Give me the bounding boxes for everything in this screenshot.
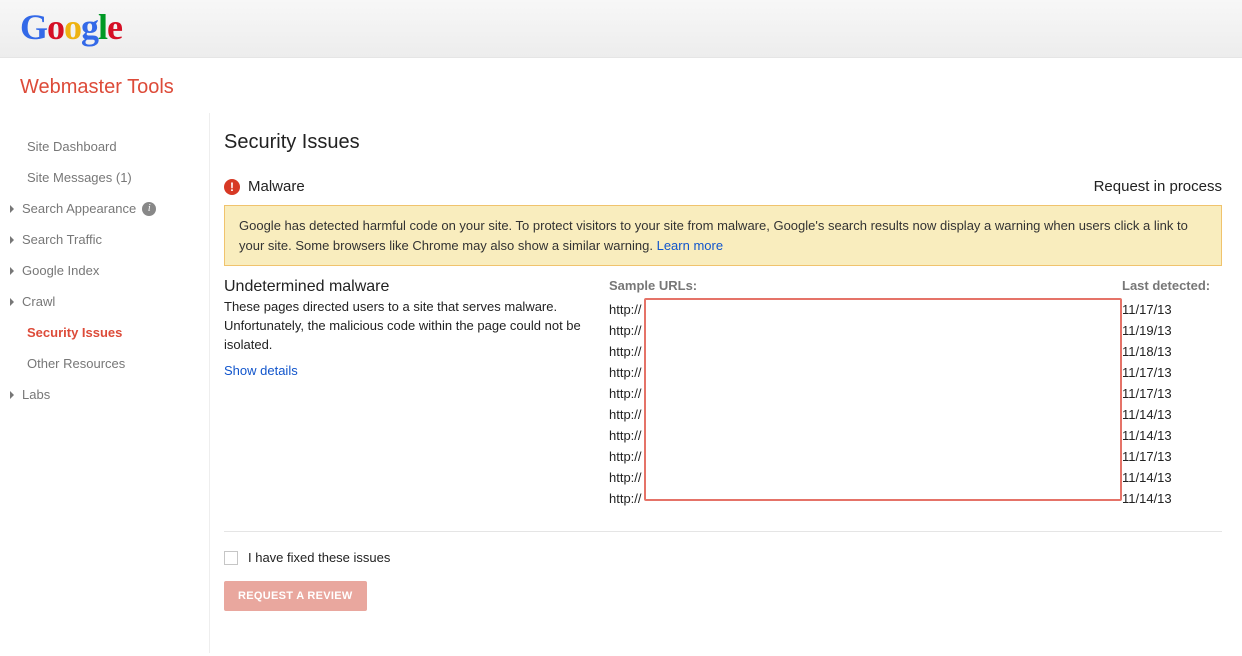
product-header: Webmaster Tools: [0, 58, 1242, 113]
redaction-box: [644, 298, 1122, 501]
divider: [224, 531, 1222, 532]
logo-letter-g1: G: [20, 6, 47, 48]
logo-letter-o1: o: [47, 6, 64, 48]
learn-more-link[interactable]: Learn more: [657, 238, 723, 253]
sidebar: Site Dashboard Site Messages (1) Search …: [0, 113, 210, 653]
sidebar-label-appearance: Search Appearance: [22, 201, 136, 216]
sidebar-item-other[interactable]: Other Resources: [0, 348, 209, 379]
date-row: 11/17/13: [1122, 299, 1222, 320]
sidebar-item-google-index[interactable]: Google Index: [0, 255, 209, 286]
request-review-button[interactable]: REQUEST A REVIEW: [224, 581, 367, 611]
fixed-label: I have fixed these issues: [248, 550, 390, 565]
sidebar-item-crawl[interactable]: Crawl: [0, 286, 209, 317]
date-row: 11/17/13: [1122, 446, 1222, 467]
last-detected-column: Last detected: 11/17/13 11/19/13 11/18/1…: [1122, 278, 1222, 509]
date-row: 11/14/13: [1122, 425, 1222, 446]
date-row: 11/18/13: [1122, 341, 1222, 362]
sample-urls-column: Sample URLs: http:// http:// http:// htt…: [609, 278, 1112, 509]
detail-title: Undetermined malware: [224, 278, 593, 296]
issue-header: ! Malware Request in process: [224, 178, 1222, 195]
sample-urls-header: Sample URLs:: [609, 278, 1112, 293]
sidebar-item-security[interactable]: Security Issues: [0, 317, 209, 348]
top-header: G o o g l e: [0, 0, 1242, 58]
issue-name: Malware: [248, 178, 305, 195]
logo-letter-l: l: [98, 6, 107, 48]
sidebar-item-appearance[interactable]: Search Appearance i: [0, 193, 209, 224]
issue-status: Request in process: [1094, 178, 1222, 195]
issue-detail-row: Undetermined malware These pages directe…: [224, 278, 1222, 509]
date-row: 11/14/13: [1122, 488, 1222, 509]
last-detected-header: Last detected:: [1122, 278, 1222, 293]
date-row: 11/17/13: [1122, 383, 1222, 404]
sidebar-item-traffic[interactable]: Search Traffic: [0, 224, 209, 255]
sidebar-item-messages[interactable]: Site Messages (1): [0, 162, 209, 193]
show-details-link[interactable]: Show details: [224, 363, 298, 378]
logo-letter-e: e: [107, 6, 122, 48]
sidebar-item-labs[interactable]: Labs: [0, 379, 209, 410]
date-row: 11/19/13: [1122, 320, 1222, 341]
page-title: Security Issues: [224, 131, 1222, 154]
fixed-checkbox[interactable]: [224, 551, 238, 565]
date-row: 11/14/13: [1122, 404, 1222, 425]
sidebar-item-dashboard[interactable]: Site Dashboard: [0, 131, 209, 162]
alert-icon: !: [224, 179, 240, 195]
date-row: 11/14/13: [1122, 467, 1222, 488]
fixed-issues-row: I have fixed these issues: [224, 550, 1222, 565]
notice-box: Google has detected harmful code on your…: [224, 205, 1222, 266]
date-row: 11/17/13: [1122, 362, 1222, 383]
info-icon[interactable]: i: [142, 202, 156, 216]
product-title[interactable]: Webmaster Tools: [20, 76, 1222, 99]
logo-letter-g2: g: [81, 6, 98, 48]
main-content: Security Issues ! Malware Request in pro…: [210, 113, 1242, 653]
logo-letter-o2: o: [64, 6, 81, 48]
detail-description: These pages directed users to a site tha…: [224, 298, 593, 355]
google-logo[interactable]: G o o g l e: [20, 6, 1222, 50]
